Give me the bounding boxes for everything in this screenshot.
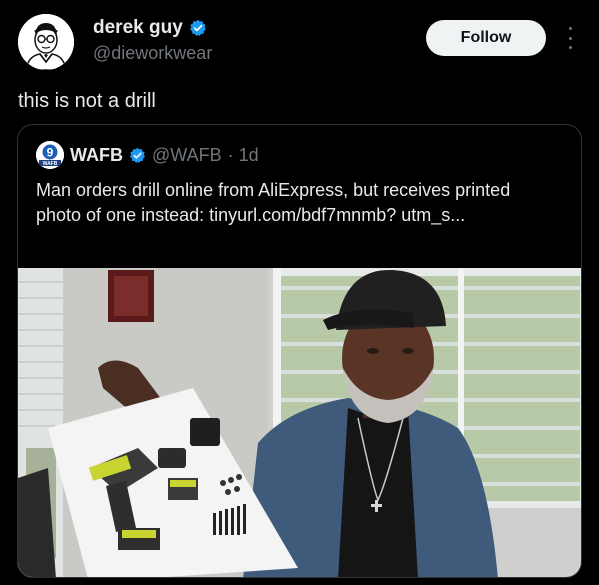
quoted-author-handle[interactable]: @WAFB (152, 145, 222, 166)
quoted-tweet[interactable]: 9 WAFB WAFB @WAFB · 1d Man orders drill … (17, 124, 582, 578)
svg-text:WAFB: WAFB (43, 161, 58, 167)
cartoon-portrait-avatar-icon (18, 14, 74, 70)
news-photo-image (18, 268, 581, 577)
tweet-text: this is not a drill (18, 90, 156, 112)
follow-button[interactable]: Follow (426, 20, 546, 56)
quoted-media-image[interactable] (18, 268, 581, 577)
quoted-text: Man orders drill online from AliExpress,… (36, 180, 511, 225)
author-avatar[interactable] (18, 14, 74, 70)
quoted-header: 9 WAFB WAFB @WAFB · 1d (36, 141, 259, 169)
author-name-row: derek guy (93, 17, 207, 39)
wafb-logo-icon[interactable]: 9 WAFB (36, 141, 64, 169)
verified-badge-icon (189, 19, 206, 36)
svg-text:9: 9 (47, 146, 54, 160)
author-name[interactable]: derek guy (93, 17, 183, 39)
author-handle[interactable]: @dieworkwear (93, 43, 212, 64)
quoted-timestamp[interactable]: · 1d (228, 145, 259, 166)
more-options-icon[interactable] (565, 27, 575, 49)
verified-badge-icon (129, 147, 146, 163)
quoted-author-name[interactable]: WAFB (70, 145, 123, 166)
